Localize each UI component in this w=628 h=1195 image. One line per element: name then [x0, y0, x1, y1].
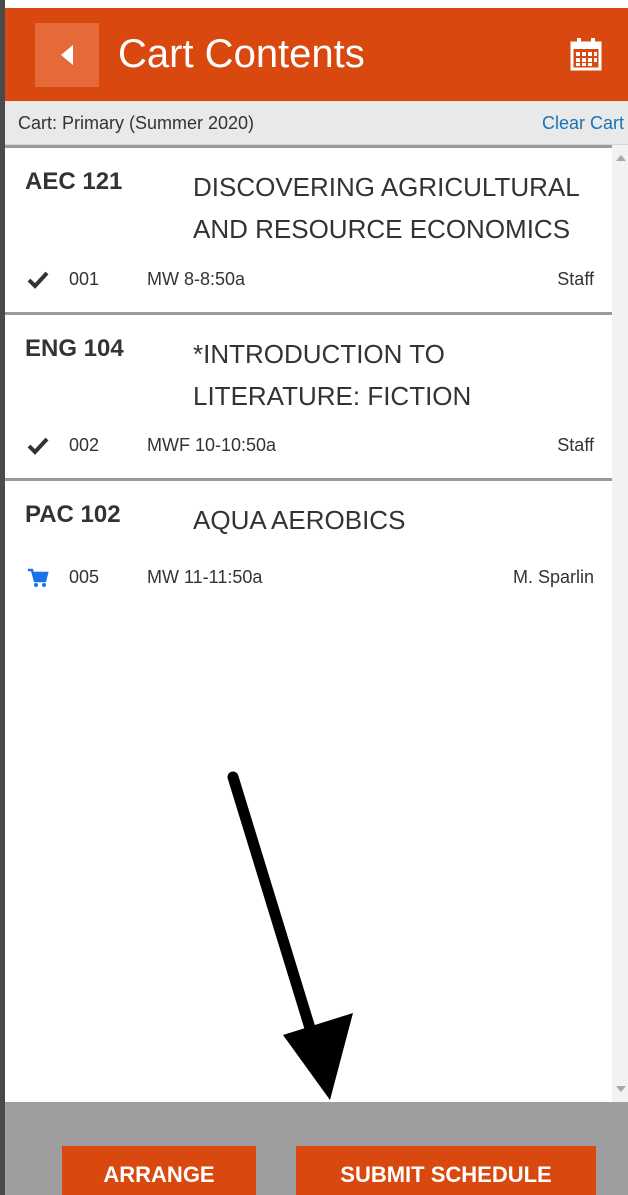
scroll-down-arrow[interactable] [616, 1086, 626, 1092]
cart-name: Cart: Primary (Summer 2020) [18, 113, 255, 133]
course-item[interactable]: AEC 121 DISCOVERING AGRICULTURAL AND RES… [5, 145, 612, 312]
meeting-time: MW 8-8:50a [147, 269, 246, 289]
course-code: ENG 104 [25, 335, 124, 362]
course-title: *INTRODUCTION TO LITERATURE: FICTION [193, 339, 472, 411]
instructor: M. Sparlin [512, 567, 594, 587]
section-row: 001 MW 8-8:50a Staff [5, 266, 612, 296]
check-icon [27, 271, 49, 289]
cart-icon [28, 568, 49, 587]
calendar-button[interactable] [568, 36, 604, 72]
meeting-time: MWF 10-10:50a [147, 435, 277, 455]
calendar-icon [570, 38, 602, 71]
course-code: AEC 121 [25, 168, 123, 195]
section-row: 002 MWF 10-10:50a Staff [5, 432, 612, 462]
clear-cart-link[interactable]: Clear Cart [542, 113, 624, 134]
course-code: PAC 102 [25, 501, 121, 528]
back-button[interactable] [35, 23, 99, 87]
section-number: 001 [69, 269, 100, 289]
scrollbar[interactable] [612, 145, 628, 1102]
section-number: 005 [69, 567, 100, 587]
scroll-up-arrow[interactable] [616, 155, 626, 161]
page-title: Cart Contents [118, 32, 365, 76]
section-row: 005 MW 11-11:50a M. Sparlin [5, 564, 612, 594]
section-number: 002 [69, 435, 100, 455]
submit-schedule-button[interactable]: SUBMIT SCHEDULE [296, 1146, 596, 1195]
arrange-button[interactable]: ARRANGE [62, 1146, 256, 1195]
course-list[interactable]: AEC 121 DISCOVERING AGRICULTURAL AND RES… [5, 145, 612, 1102]
course-title: DISCOVERING AGRICULTURAL AND RESOURCE EC… [193, 172, 579, 244]
check-icon [27, 437, 49, 455]
course-title: AQUA AEROBICS [193, 505, 406, 535]
cart-bar: Cart: Primary (Summer 2020) Clear Cart [5, 101, 628, 145]
caret-left-icon [61, 45, 73, 65]
instructor: Staff [557, 269, 594, 289]
instructor: Staff [557, 435, 594, 455]
footer-bar: ARRANGE SUBMIT SCHEDULE [5, 1102, 628, 1195]
meeting-time: MW 11-11:50a [147, 567, 263, 587]
course-item[interactable]: PAC 102 AQUA AEROBICS 005 MW 11-11:50a M… [5, 478, 612, 618]
top-bar: Cart Contents [5, 8, 628, 101]
course-item[interactable]: ENG 104 *INTRODUCTION TO LITERATURE: FIC… [5, 312, 612, 478]
